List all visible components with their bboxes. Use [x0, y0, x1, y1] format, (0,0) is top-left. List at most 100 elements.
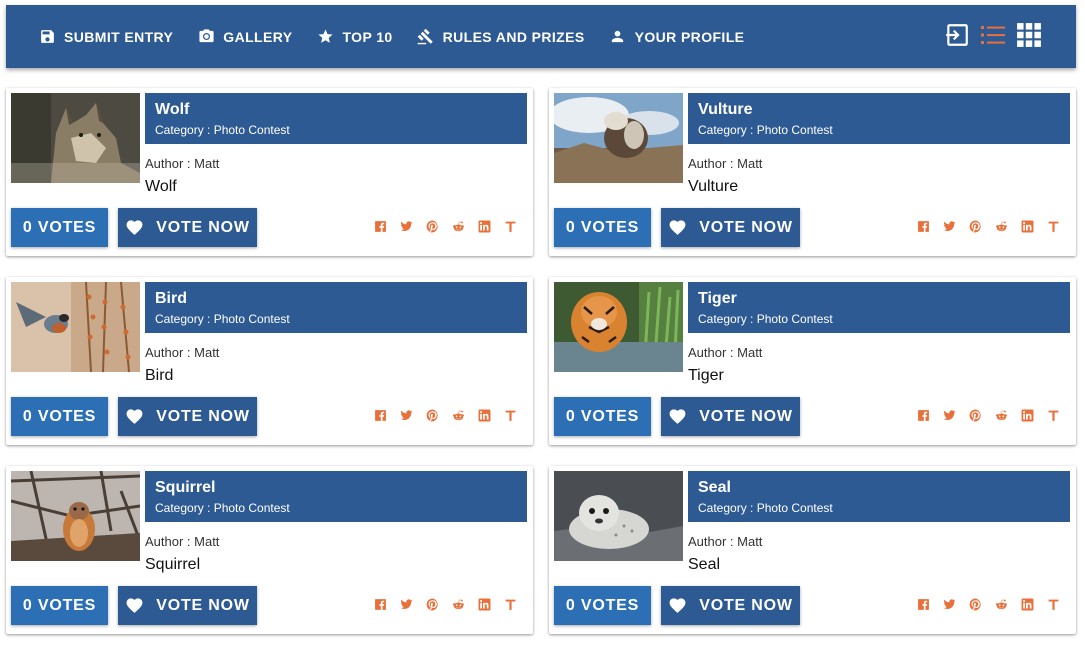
entry-title-box: Seal Category : Photo Contest [688, 471, 1070, 522]
heart-icon [125, 596, 144, 615]
entry-title-box: Squirrel Category : Photo Contest [145, 471, 527, 522]
nav-your-profile[interactable]: YOUR PROFILE [609, 28, 745, 46]
nav-top-10-label: TOP 10 [342, 28, 393, 45]
linkedin-icon[interactable] [1020, 219, 1034, 233]
votes-count-button[interactable]: 0 VOTES [11, 397, 108, 436]
entry-title[interactable]: Vulture [698, 101, 753, 119]
facebook-icon[interactable] [373, 597, 387, 611]
entry-caption: Tiger [688, 367, 724, 384]
vote-now-button[interactable]: VOTE NOW [661, 397, 800, 436]
twitter-icon[interactable] [942, 408, 956, 422]
twitter-icon[interactable] [399, 597, 413, 611]
votes-count-button[interactable]: 0 VOTES [554, 586, 651, 625]
camera-icon [197, 28, 215, 46]
facebook-icon[interactable] [373, 219, 387, 233]
vote-now-label: VOTE NOW [156, 596, 250, 614]
entry-photo-wolf[interactable] [11, 93, 140, 183]
linkedin-icon[interactable] [1020, 408, 1034, 422]
linkedin-icon[interactable] [477, 408, 491, 422]
heart-icon [668, 596, 687, 615]
reddit-icon[interactable] [994, 597, 1008, 611]
votes-count-button[interactable]: 0 VOTES [11, 208, 108, 247]
share-bar [916, 597, 1072, 611]
reddit-icon[interactable] [451, 219, 465, 233]
votes-count-button[interactable]: 0 VOTES [554, 208, 651, 247]
entry-category: Category : Photo Contest [155, 312, 290, 326]
share-bar [373, 408, 529, 422]
entry-photo-squirrel[interactable] [11, 471, 140, 561]
entry-title[interactable]: Squirrel [155, 479, 215, 497]
gavel-icon [417, 28, 435, 46]
entry-photo-tiger[interactable] [554, 282, 683, 372]
save-icon [38, 28, 56, 46]
linkedin-icon[interactable] [477, 219, 491, 233]
reddit-icon[interactable] [451, 597, 465, 611]
entry-title[interactable]: Tiger [698, 290, 737, 308]
tumblr-icon[interactable] [503, 408, 517, 422]
tumblr-icon[interactable] [1046, 408, 1060, 422]
entry-title[interactable]: Seal [698, 479, 731, 497]
exit-to-app-button[interactable] [944, 20, 970, 50]
entry-title[interactable]: Bird [155, 290, 187, 308]
twitter-icon[interactable] [399, 408, 413, 422]
entry-caption: Wolf [145, 178, 177, 195]
entry-title-box: Bird Category : Photo Contest [145, 282, 527, 333]
vote-now-button[interactable]: VOTE NOW [118, 208, 257, 247]
pinterest-icon[interactable] [425, 408, 439, 422]
votes-count-button[interactable]: 0 VOTES [554, 397, 651, 436]
grid-view-button[interactable] [1016, 20, 1042, 50]
entry-title-box: Tiger Category : Photo Contest [688, 282, 1070, 333]
vote-now-button[interactable]: VOTE NOW [118, 586, 257, 625]
nav-gallery[interactable]: GALLERY [197, 28, 292, 46]
reddit-icon[interactable] [994, 219, 1008, 233]
pinterest-icon[interactable] [968, 597, 982, 611]
linkedin-icon[interactable] [1020, 597, 1034, 611]
entry-photo-vulture[interactable] [554, 93, 683, 183]
reddit-icon[interactable] [994, 408, 1008, 422]
tumblr-icon[interactable] [503, 597, 517, 611]
exit-to-app-icon [946, 24, 968, 46]
heart-icon [125, 218, 144, 237]
entry-category: Category : Photo Contest [155, 501, 290, 515]
nav-submit-entry[interactable]: SUBMIT ENTRY [38, 28, 173, 46]
entry-author: Author : Matt [145, 345, 220, 360]
facebook-icon[interactable] [916, 219, 930, 233]
nav-rules-and-prizes[interactable]: RULES AND PRIZES [417, 28, 585, 46]
vote-now-button[interactable]: VOTE NOW [118, 397, 257, 436]
entry-photo-seal[interactable] [554, 471, 683, 561]
vote-now-button[interactable]: VOTE NOW [661, 586, 800, 625]
heart-icon [668, 407, 687, 426]
nav-top-10[interactable]: TOP 10 [316, 28, 392, 46]
facebook-icon[interactable] [916, 408, 930, 422]
entry-caption: Bird [145, 367, 174, 384]
entry-card-seal: Seal Category : Photo Contest Author : M… [549, 466, 1076, 634]
nav-your-profile-label: YOUR PROFILE [634, 28, 745, 45]
nav-menu: SUBMIT ENTRY GALLERY TOP 10 RULES AND PR… [6, 5, 768, 68]
entry-photo-bird[interactable] [11, 282, 140, 372]
vote-now-label: VOTE NOW [156, 407, 250, 425]
entry-title-box: Vulture Category : Photo Contest [688, 93, 1070, 144]
reddit-icon[interactable] [451, 408, 465, 422]
tumblr-icon[interactable] [1046, 597, 1060, 611]
twitter-icon[interactable] [399, 219, 413, 233]
twitter-icon[interactable] [942, 219, 956, 233]
star-icon [316, 28, 334, 46]
vote-now-button[interactable]: VOTE NOW [661, 208, 800, 247]
pinterest-icon[interactable] [425, 597, 439, 611]
votes-count-button[interactable]: 0 VOTES [11, 586, 108, 625]
facebook-icon[interactable] [373, 408, 387, 422]
linkedin-icon[interactable] [477, 597, 491, 611]
list-view-button[interactable] [980, 20, 1006, 50]
pinterest-icon[interactable] [425, 219, 439, 233]
twitter-icon[interactable] [942, 597, 956, 611]
tumblr-icon[interactable] [503, 219, 517, 233]
facebook-icon[interactable] [916, 597, 930, 611]
pinterest-icon[interactable] [968, 219, 982, 233]
pinterest-icon[interactable] [968, 408, 982, 422]
vote-now-label: VOTE NOW [699, 218, 793, 236]
nav-gallery-label: GALLERY [223, 28, 293, 45]
entry-author: Author : Matt [145, 156, 220, 171]
tumblr-icon[interactable] [1046, 219, 1060, 233]
entry-category: Category : Photo Contest [155, 123, 290, 137]
entry-title[interactable]: Wolf [155, 101, 189, 119]
